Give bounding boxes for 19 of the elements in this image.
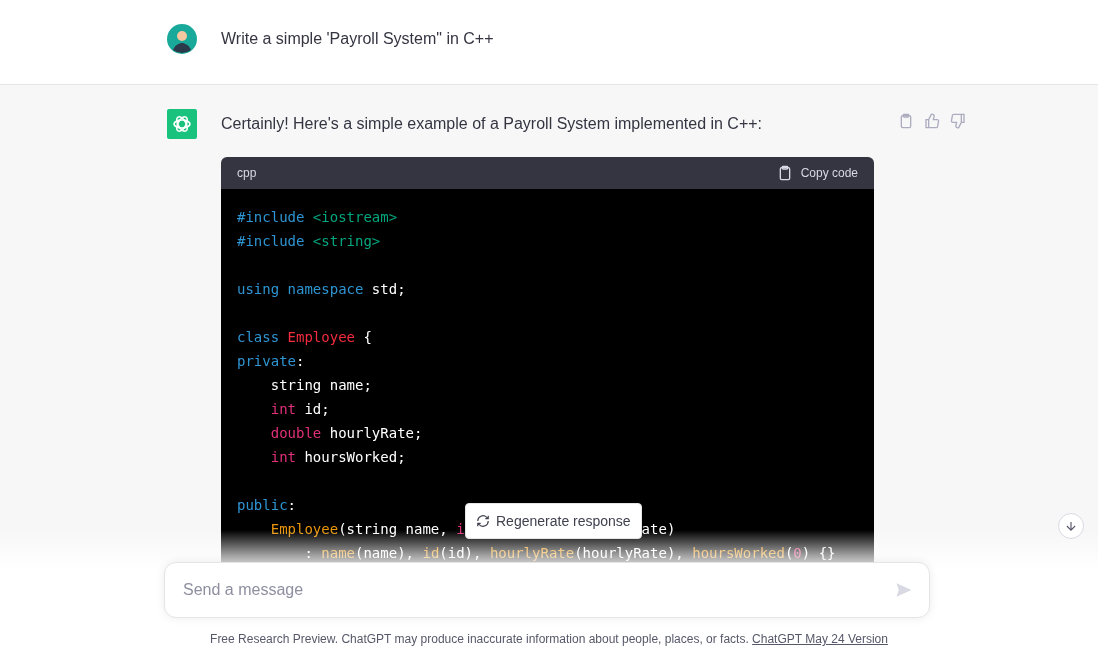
footer-disclaimer: Free Research Preview. ChatGPT may produce inaccurate information about people, places, or facts. — [210, 632, 750, 646]
message-field[interactable]: Send a message — [181, 580, 895, 600]
refresh-icon — [476, 514, 490, 528]
assistant-logo — [167, 109, 197, 139]
send-button[interactable] — [895, 581, 913, 599]
thumbs-down-icon[interactable] — [950, 113, 966, 129]
arrow-down-icon — [1064, 519, 1078, 533]
assistant-message: Certainly! Here's a simple example of a Payroll System implemented in C++: — [221, 114, 764, 134]
thumbs-up-icon[interactable] — [924, 113, 940, 129]
user-avatar — [167, 24, 197, 54]
send-icon — [895, 581, 913, 599]
copy-icon[interactable] — [898, 113, 914, 129]
message-box[interactable]: Send a message — [164, 562, 930, 618]
version-link[interactable]: ChatGPT May 24 Version — [752, 632, 888, 646]
copy-code-button[interactable]: Copy code — [776, 165, 858, 181]
user-message: Write a simple 'Payroll System" in C++ — [221, 29, 494, 49]
scroll-down-button[interactable] — [1058, 513, 1084, 539]
regenerate-response-button[interactable]: Regenerate response — [465, 503, 642, 539]
code-language: cpp — [237, 166, 257, 180]
